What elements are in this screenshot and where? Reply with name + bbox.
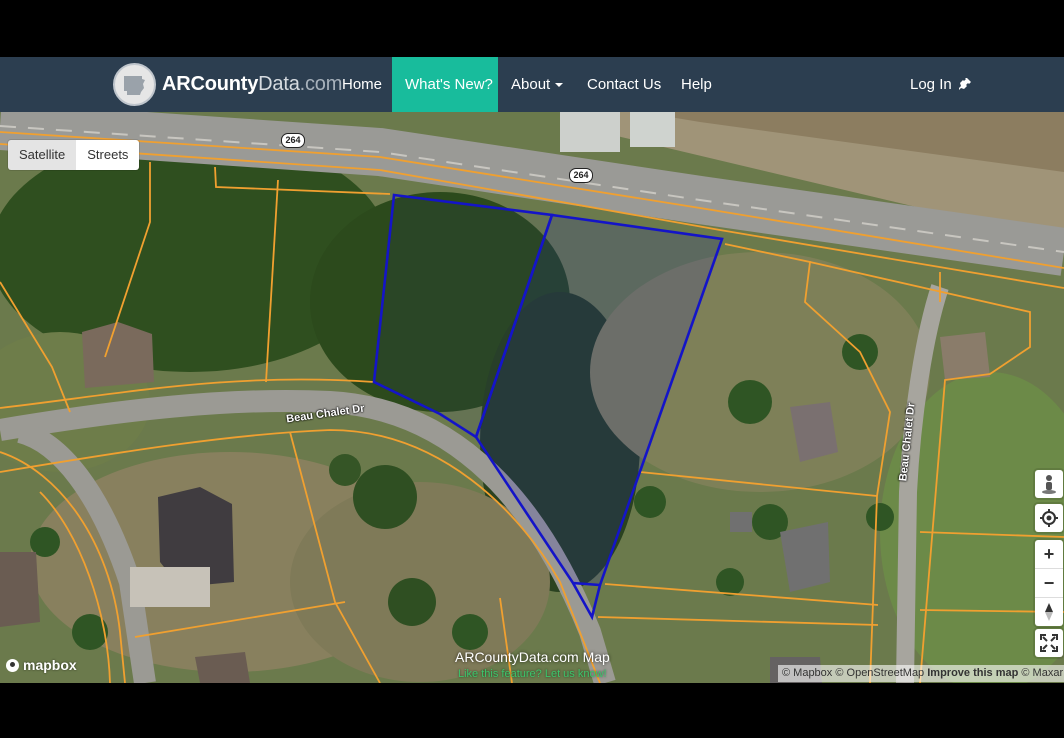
navigation-control: + − — [1035, 540, 1063, 626]
attrib-osm[interactable]: © OpenStreetMap — [835, 667, 924, 679]
compass-button[interactable] — [1035, 597, 1063, 626]
map-caption-title: ARCountyData.com Map — [455, 649, 610, 665]
mapbox-logo[interactable]: mapbox — [6, 657, 77, 673]
nav-about[interactable]: About — [498, 57, 576, 112]
attrib-mapbox[interactable]: © Mapbox — [782, 667, 832, 679]
nav-home[interactable]: Home — [329, 57, 395, 112]
satellite-imagery — [0, 112, 1064, 683]
mapbox-logo-icon — [6, 658, 19, 672]
pegman-icon[interactable] — [1035, 470, 1063, 498]
brand-title[interactable]: ARCountyData.com — [162, 73, 342, 96]
nav-whats-new[interactable]: What's New? — [392, 57, 498, 112]
compass-icon — [1045, 603, 1053, 621]
letterbox-top — [0, 0, 1064, 57]
route-264-shield-1: 264 — [281, 133, 305, 148]
nav-login[interactable]: Log In — [897, 57, 985, 112]
locate-icon[interactable] — [1035, 504, 1063, 532]
letterbox-bottom — [0, 683, 1064, 738]
satellite-button[interactable]: Satellite — [8, 140, 77, 170]
fullscreen-icon[interactable] — [1035, 629, 1063, 657]
arkansas-logo-icon[interactable] — [113, 63, 156, 106]
geolocate-control — [1035, 504, 1063, 532]
attrib-maxar[interactable]: © Maxar — [1021, 667, 1063, 679]
navbar: ARCountyData.com Home What's New? About … — [0, 57, 1064, 112]
map-canvas[interactable]: 264 264 Beau Chalet Dr Beau Chalet Dr Sa… — [0, 112, 1064, 683]
attrib-improve[interactable]: Improve this map — [927, 667, 1018, 679]
route-264-shield-2: 264 — [569, 168, 593, 183]
plug-icon — [958, 78, 971, 90]
nav-contact-us[interactable]: Contact Us — [574, 57, 674, 112]
feedback-link[interactable]: Like this feature? Let us know! — [458, 668, 607, 680]
zoom-out-button[interactable]: − — [1035, 568, 1063, 597]
zoom-in-button[interactable]: + — [1035, 540, 1063, 568]
map-style-toggle: Satellite Streets — [8, 140, 140, 170]
caret-down-icon — [555, 83, 564, 88]
nav-help[interactable]: Help — [668, 57, 725, 112]
street-view-control — [1035, 470, 1063, 498]
streets-button[interactable]: Streets — [76, 140, 140, 170]
map-attribution: © Mapbox © OpenStreetMap Improve this ma… — [778, 665, 1064, 682]
fullscreen-control — [1035, 629, 1063, 657]
